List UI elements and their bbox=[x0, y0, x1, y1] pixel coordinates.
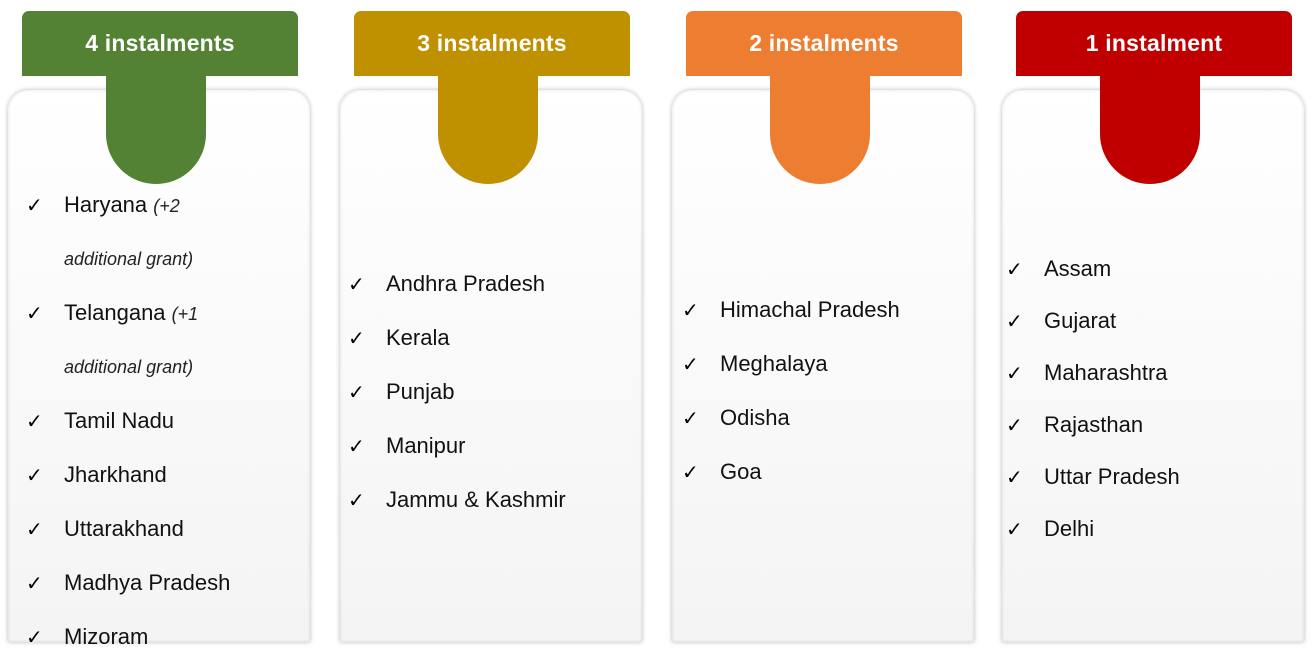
list-1-instalment: ✓ Assam ✓ Gujarat ✓ Maharashtra ✓ Rajast… bbox=[1006, 243, 1292, 555]
list-item-tamil-nadu: ✓ Tamil Nadu bbox=[26, 394, 298, 448]
list-item-haryana: ✓ Haryana (+2 bbox=[26, 178, 298, 232]
item-label: Manipur bbox=[386, 433, 466, 458]
list-item-odisha: ✓ Odisha bbox=[682, 391, 962, 445]
list-item-goa: ✓ Goa bbox=[682, 445, 962, 499]
check-icon: ✓ bbox=[26, 409, 43, 433]
list-item-rajasthan: ✓ Rajasthan bbox=[1006, 399, 1292, 451]
list-item-telangana: ✓ Telangana (+1 bbox=[26, 286, 298, 340]
list-item-manipur: ✓ Manipur bbox=[348, 419, 630, 473]
list-2-instalments: ✓ Himachal Pradesh ✓ Meghalaya ✓ Odisha … bbox=[682, 283, 962, 499]
tab-2-instalments: 2 instalments bbox=[686, 11, 962, 76]
check-icon: ✓ bbox=[682, 460, 699, 484]
item-label: Haryana bbox=[64, 192, 148, 217]
check-icon: ✓ bbox=[682, 298, 699, 322]
item-note: (+1 bbox=[171, 304, 199, 324]
item-label: Maharashtra bbox=[1044, 360, 1168, 385]
list-item-kerala: ✓ Kerala bbox=[348, 311, 630, 365]
item-label: Odisha bbox=[720, 405, 790, 430]
list-item-jammu-kashmir: ✓ Jammu & Kashmir bbox=[348, 473, 630, 527]
check-icon: ✓ bbox=[26, 625, 43, 649]
check-icon: ✓ bbox=[26, 301, 43, 325]
item-note: (+2 bbox=[153, 196, 180, 216]
list-item-telangana-note: additional grant) bbox=[26, 340, 298, 394]
item-label: Rajasthan bbox=[1044, 412, 1144, 437]
tab-1-instalment: 1 instalment bbox=[1016, 11, 1292, 76]
list-item-maharashtra: ✓ Maharashtra bbox=[1006, 347, 1292, 399]
check-icon: ✓ bbox=[26, 517, 43, 541]
list-item-assam: ✓ Assam bbox=[1006, 243, 1292, 295]
check-icon: ✓ bbox=[1006, 517, 1023, 541]
check-icon: ✓ bbox=[682, 406, 699, 430]
item-label: Punjab bbox=[386, 379, 455, 404]
list-item-gujarat: ✓ Gujarat bbox=[1006, 295, 1292, 347]
list-item-meghalaya: ✓ Meghalaya bbox=[682, 337, 962, 391]
item-label: Uttarakhand bbox=[64, 516, 184, 541]
tab-title-3-instalments: 3 instalments bbox=[417, 30, 567, 56]
tab-drop-4-instalments bbox=[106, 70, 206, 184]
item-label: Telangana bbox=[64, 300, 166, 325]
column-1-instalment: 1 instalment ✓ Assam ✓ Gujarat ✓ Maharas… bbox=[1002, 0, 1304, 642]
item-label: Jammu & Kashmir bbox=[386, 487, 566, 512]
item-label: Andhra Pradesh bbox=[386, 271, 545, 296]
tab-title-4-instalments: 4 instalments bbox=[85, 30, 235, 56]
list-item-himachal-pradesh: ✓ Himachal Pradesh bbox=[682, 283, 962, 337]
item-label: Goa bbox=[720, 459, 762, 484]
tab-drop-1-instalment bbox=[1100, 70, 1200, 184]
check-icon: ✓ bbox=[1006, 413, 1023, 437]
check-icon: ✓ bbox=[26, 193, 43, 217]
column-3-instalments: 3 instalments ✓ Andhra Pradesh ✓ Kerala … bbox=[340, 0, 642, 642]
item-label: Mizoram bbox=[64, 624, 149, 649]
item-label: Himachal Pradesh bbox=[720, 297, 900, 322]
check-icon: ✓ bbox=[1006, 257, 1023, 281]
list-item-madhya-pradesh: ✓ Madhya Pradesh bbox=[26, 556, 298, 610]
check-icon: ✓ bbox=[682, 352, 699, 376]
item-note-continued: additional grant) bbox=[64, 357, 194, 377]
item-label: Gujarat bbox=[1044, 308, 1117, 333]
item-label: Meghalaya bbox=[720, 351, 828, 376]
item-label: Uttar Pradesh bbox=[1044, 464, 1180, 489]
item-label: Kerala bbox=[386, 325, 450, 350]
list-item-mizoram: ✓ Mizoram bbox=[26, 610, 298, 664]
list-item-punjab: ✓ Punjab bbox=[348, 365, 630, 419]
list-item-delhi: ✓ Delhi bbox=[1006, 503, 1292, 555]
list-item-haryana-note: additional grant) bbox=[26, 232, 298, 286]
tab-4-instalments: 4 instalments bbox=[22, 11, 298, 76]
check-icon: ✓ bbox=[348, 326, 365, 350]
item-label: Tamil Nadu bbox=[64, 408, 175, 433]
item-label: Madhya Pradesh bbox=[64, 570, 231, 595]
check-icon: ✓ bbox=[348, 488, 365, 512]
item-label: Delhi bbox=[1044, 516, 1095, 541]
list-item-andhra-pradesh: ✓ Andhra Pradesh bbox=[348, 257, 630, 311]
column-4-instalments: 4 instalments ✓ Haryana (+2 additional g… bbox=[8, 0, 310, 649]
check-icon: ✓ bbox=[26, 463, 43, 487]
item-label: Jharkhand bbox=[64, 462, 167, 487]
check-icon: ✓ bbox=[348, 434, 365, 458]
check-icon: ✓ bbox=[26, 571, 43, 595]
tab-drop-2-instalments bbox=[770, 70, 870, 184]
tab-drop-3-instalments bbox=[438, 70, 538, 184]
check-icon: ✓ bbox=[348, 380, 365, 404]
list-item-uttar-pradesh: ✓ Uttar Pradesh bbox=[1006, 451, 1292, 503]
tab-title-2-instalments: 2 instalments bbox=[749, 30, 899, 56]
check-icon: ✓ bbox=[1006, 465, 1023, 489]
item-label: Assam bbox=[1044, 256, 1112, 281]
tab-3-instalments: 3 instalments bbox=[354, 11, 630, 76]
column-2-instalments: 2 instalments ✓ Himachal Pradesh ✓ Megha… bbox=[672, 0, 974, 642]
list-item-jharkhand: ✓ Jharkhand bbox=[26, 448, 298, 502]
check-icon: ✓ bbox=[1006, 361, 1023, 385]
list-item-uttarakhand: ✓ Uttarakhand bbox=[26, 502, 298, 556]
list-4-instalments: ✓ Haryana (+2 additional grant) ✓ Telang… bbox=[26, 178, 298, 664]
item-note-continued: additional grant) bbox=[64, 249, 194, 269]
list-3-instalments: ✓ Andhra Pradesh ✓ Kerala ✓ Punjab ✓ Man… bbox=[348, 257, 630, 527]
check-icon: ✓ bbox=[348, 272, 365, 296]
tab-title-1-instalment: 1 instalment bbox=[1085, 30, 1223, 56]
check-icon: ✓ bbox=[1006, 309, 1023, 333]
